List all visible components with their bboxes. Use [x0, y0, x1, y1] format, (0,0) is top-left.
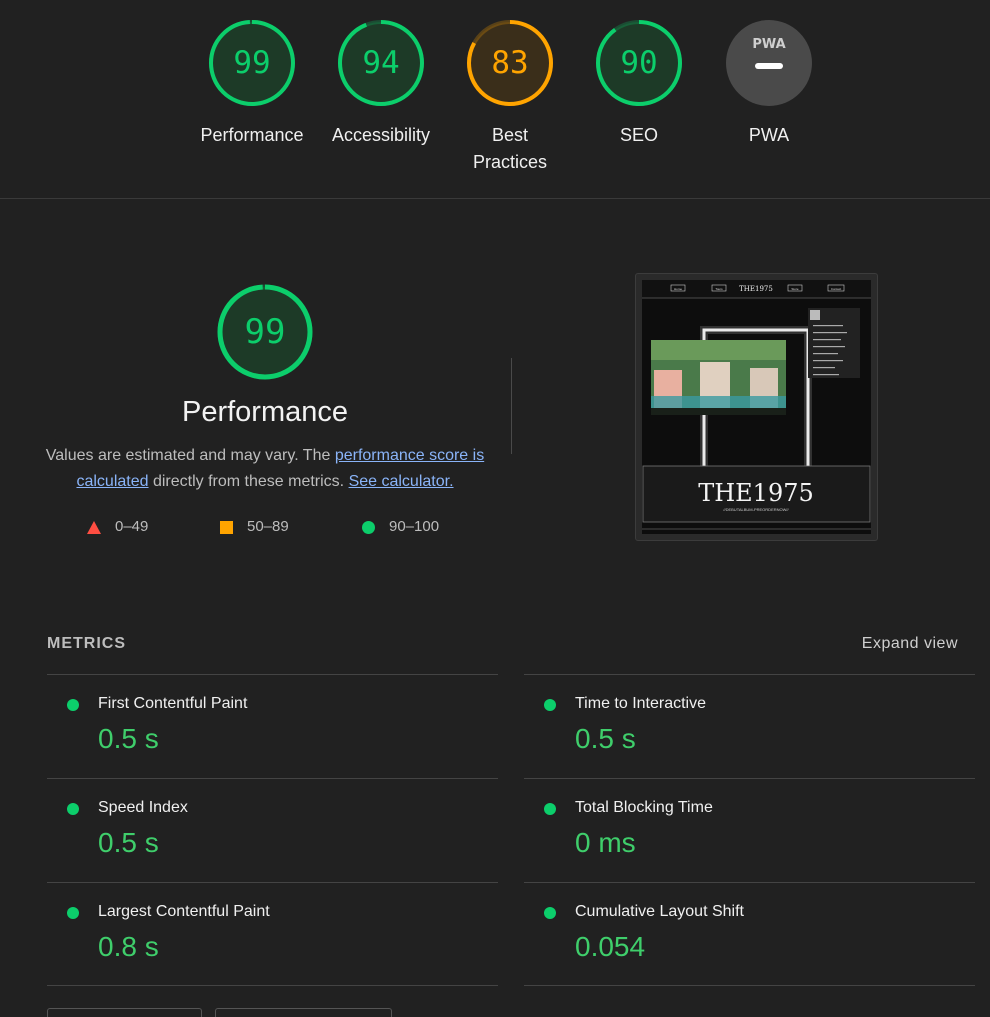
metric-title: Speed Index [98, 799, 188, 816]
pass-icon [67, 907, 79, 919]
gauge-ring: 83 [467, 20, 553, 106]
filter-button[interactable] [215, 1008, 392, 1017]
performance-gauge: 99 [217, 284, 313, 380]
final-screenshot[interactable]: Home Tours THE1975 Store Contact THE1975… [635, 273, 878, 541]
metric-speed-index: Speed Index 0.5 s [47, 778, 498, 882]
gauge-accessibility[interactable]: 94 Accessibility [321, 18, 441, 149]
performance-title: Performance [181, 396, 348, 428]
pwa-badge-icon: PWA [726, 20, 812, 106]
desc-middle: directly from these metrics. [148, 473, 349, 490]
gauge-pwa[interactable]: PWA PWA [709, 18, 829, 149]
legend-average: 50–89 [220, 518, 289, 535]
metric-title: Largest Contentful Paint [98, 903, 270, 920]
see-calculator-link[interactable]: See calculator. [349, 473, 454, 490]
pass-icon [67, 699, 79, 711]
gauge-score: 99 [233, 45, 270, 81]
screenshot-illustration: Home Tours THE1975 Store Contact THE1975… [642, 280, 871, 534]
pass-icon [544, 907, 556, 919]
metric-value: 0.5 s [98, 723, 159, 754]
metric-value: 0.054 [575, 931, 646, 962]
gauge-label: SEO [619, 125, 658, 145]
nav-item-contact: Contact [831, 287, 842, 291]
view-treemap-button[interactable] [47, 1008, 202, 1017]
legend-pass-label: 90–100 [389, 518, 440, 535]
triangle-icon [87, 520, 101, 534]
performance-score: 99 [245, 312, 286, 352]
banner-logo: THE1975 [698, 479, 814, 507]
gauge-label: PWA [748, 125, 790, 145]
metric-cumulative-layout-shift: Cumulative Layout Shift 0.054 [524, 882, 975, 986]
legend-average-label: 50–89 [247, 518, 289, 535]
metric-total-blocking-time: Total Blocking Time 0 ms [524, 778, 975, 882]
gauge-best-practices[interactable]: 83 Best Practices [450, 18, 570, 176]
nav-logo: THE1975 [739, 285, 773, 293]
circle-icon [362, 520, 375, 534]
pass-icon [544, 699, 556, 711]
metric-title: Time to Interactive [575, 695, 707, 712]
legend-fail: 0–49 [87, 518, 148, 535]
vertical-divider [511, 358, 512, 454]
performance-description: Values are estimated and may vary. The p… [45, 443, 485, 495]
metric-first-contentful-paint: First Contentful Paint 0.5 s [47, 674, 498, 778]
legend-pass: 90–100 [362, 518, 439, 535]
gauge-score: 83 [491, 45, 528, 81]
metric-title: Cumulative Layout Shift [575, 903, 744, 920]
gauge-label: Accessibility [331, 125, 431, 145]
square-icon [220, 520, 233, 534]
gauge-ring: 94 [338, 20, 424, 106]
pass-icon [67, 803, 79, 815]
metrics-bottom-divider [47, 985, 498, 986]
gauge-label: Performance [200, 125, 304, 145]
metrics-heading: METRICS [47, 635, 126, 652]
gauge-score: 90 [620, 45, 657, 81]
metric-title: Total Blocking Time [575, 799, 713, 816]
nav-item-store: Store [791, 287, 799, 291]
metric-value: 0 ms [575, 827, 636, 858]
metrics-bottom-divider [524, 985, 975, 986]
pwa-badge-text: PWA [752, 37, 785, 52]
metric-time-to-interactive: Time to Interactive 0.5 s [524, 674, 975, 778]
nav-item-home: Home [674, 287, 682, 291]
screenshot-page: Home Tours THE1975 Store Contact THE1975… [642, 280, 871, 534]
desc-prefix: Values are estimated and may vary. The [45, 447, 335, 464]
category-gauges: 99 Performance 94 Accessibility 83 Best … [0, 0, 990, 198]
nav-item-tours: Tours [715, 287, 723, 291]
metric-value: 0.5 s [98, 827, 159, 858]
expand-view-toggle[interactable]: Expand view [862, 635, 958, 653]
gauge-label: Best Practices [472, 125, 548, 172]
gauge-seo[interactable]: 90 SEO [579, 18, 699, 149]
pass-icon [544, 803, 556, 815]
gauge-ring: 99 [209, 20, 295, 106]
metric-largest-contentful-paint: Largest Contentful Paint 0.8 s [47, 882, 498, 986]
metric-value: 0.8 s [98, 931, 159, 962]
gauge-score: 94 [362, 45, 399, 81]
metric-title: First Contentful Paint [98, 695, 248, 712]
gauge-performance[interactable]: 99 Performance [192, 18, 312, 149]
metric-value: 0.5 s [575, 723, 636, 754]
legend-fail-label: 0–49 [115, 518, 149, 535]
banner-subtitle: //DEBUTALBUM-PREORDERNOW// [723, 507, 789, 512]
header-divider [0, 198, 990, 199]
gauge-ring: 90 [596, 20, 682, 106]
